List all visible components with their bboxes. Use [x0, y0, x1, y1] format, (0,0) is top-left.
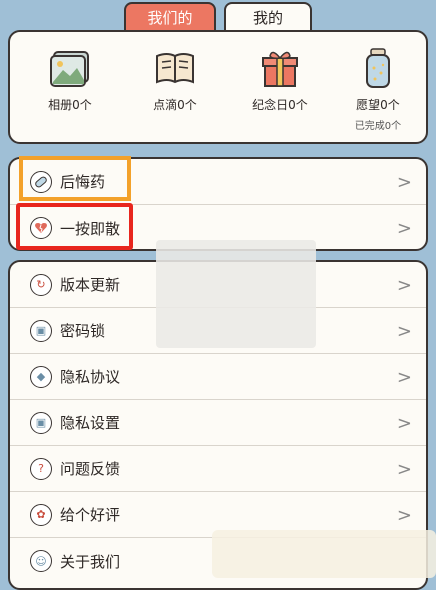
tab-bar: 我们的 我的	[0, 2, 436, 30]
stats-card: 相册0个 点滴0个 纪念日0个 愿望0个 已完成0个	[8, 30, 428, 144]
chevron-right-icon: >	[396, 367, 412, 388]
row-password-lock-label: 密码锁	[60, 322, 106, 340]
gift-icon	[258, 46, 302, 90]
tab-mine[interactable]: 我的	[224, 2, 312, 30]
row-feedback[interactable]: ? 问题反馈 >	[10, 446, 426, 492]
row-feedback-label: 问题反馈	[60, 460, 121, 478]
chevron-right-icon: >	[396, 275, 412, 296]
blurred-overlay-bottom	[212, 530, 436, 578]
row-version-update-label: 版本更新	[60, 276, 121, 294]
book-icon	[153, 46, 197, 90]
chevron-right-icon: >	[396, 413, 412, 434]
row-privacy-policy-label: 隐私协议	[60, 368, 121, 386]
lock-icon: ▣	[30, 319, 52, 342]
stat-wish[interactable]: 愿望0个 已完成0个	[328, 46, 428, 132]
stat-album-label: 相册0个	[48, 98, 92, 112]
row-privacy-settings-label: 隐私设置	[60, 414, 121, 432]
shield-icon: ◆	[30, 365, 52, 388]
row-privacy-settings[interactable]: ▣ 隐私设置 >	[10, 400, 426, 446]
row-about-us-label: 关于我们	[60, 552, 121, 571]
flower-icon: ✿	[30, 503, 52, 526]
stat-moments[interactable]: 点滴0个	[125, 46, 225, 113]
tab-ours[interactable]: 我们的	[124, 2, 216, 30]
highlight-box-orange	[19, 156, 131, 201]
chevron-right-icon: >	[396, 218, 412, 239]
wish-jar-icon	[356, 46, 400, 90]
privacy-lock-icon: ▣	[30, 411, 52, 434]
highlight-box-red	[16, 203, 133, 250]
people-icon: ☺	[30, 550, 52, 572]
row-privacy-policy[interactable]: ◆ 隐私协议 >	[10, 354, 426, 400]
stat-wish-label: 愿望0个	[356, 98, 400, 112]
row-rate-us-label: 给个好评	[60, 506, 121, 524]
stat-anniversary[interactable]: 纪念日0个	[230, 46, 330, 113]
photo-album-icon	[48, 46, 92, 90]
update-icon: ↻	[30, 273, 52, 296]
chevron-right-icon: >	[396, 459, 412, 480]
question-icon: ?	[30, 457, 52, 480]
blurred-overlay	[156, 240, 316, 348]
stat-album[interactable]: 相册0个	[20, 46, 120, 113]
chevron-right-icon: >	[396, 505, 412, 526]
chevron-right-icon: >	[396, 321, 412, 342]
chevron-right-icon: >	[396, 172, 412, 193]
stat-wish-completed: 已完成0个	[354, 121, 402, 132]
stat-anniversary-label: 纪念日0个	[252, 98, 308, 112]
stat-moments-label: 点滴0个	[153, 98, 197, 112]
